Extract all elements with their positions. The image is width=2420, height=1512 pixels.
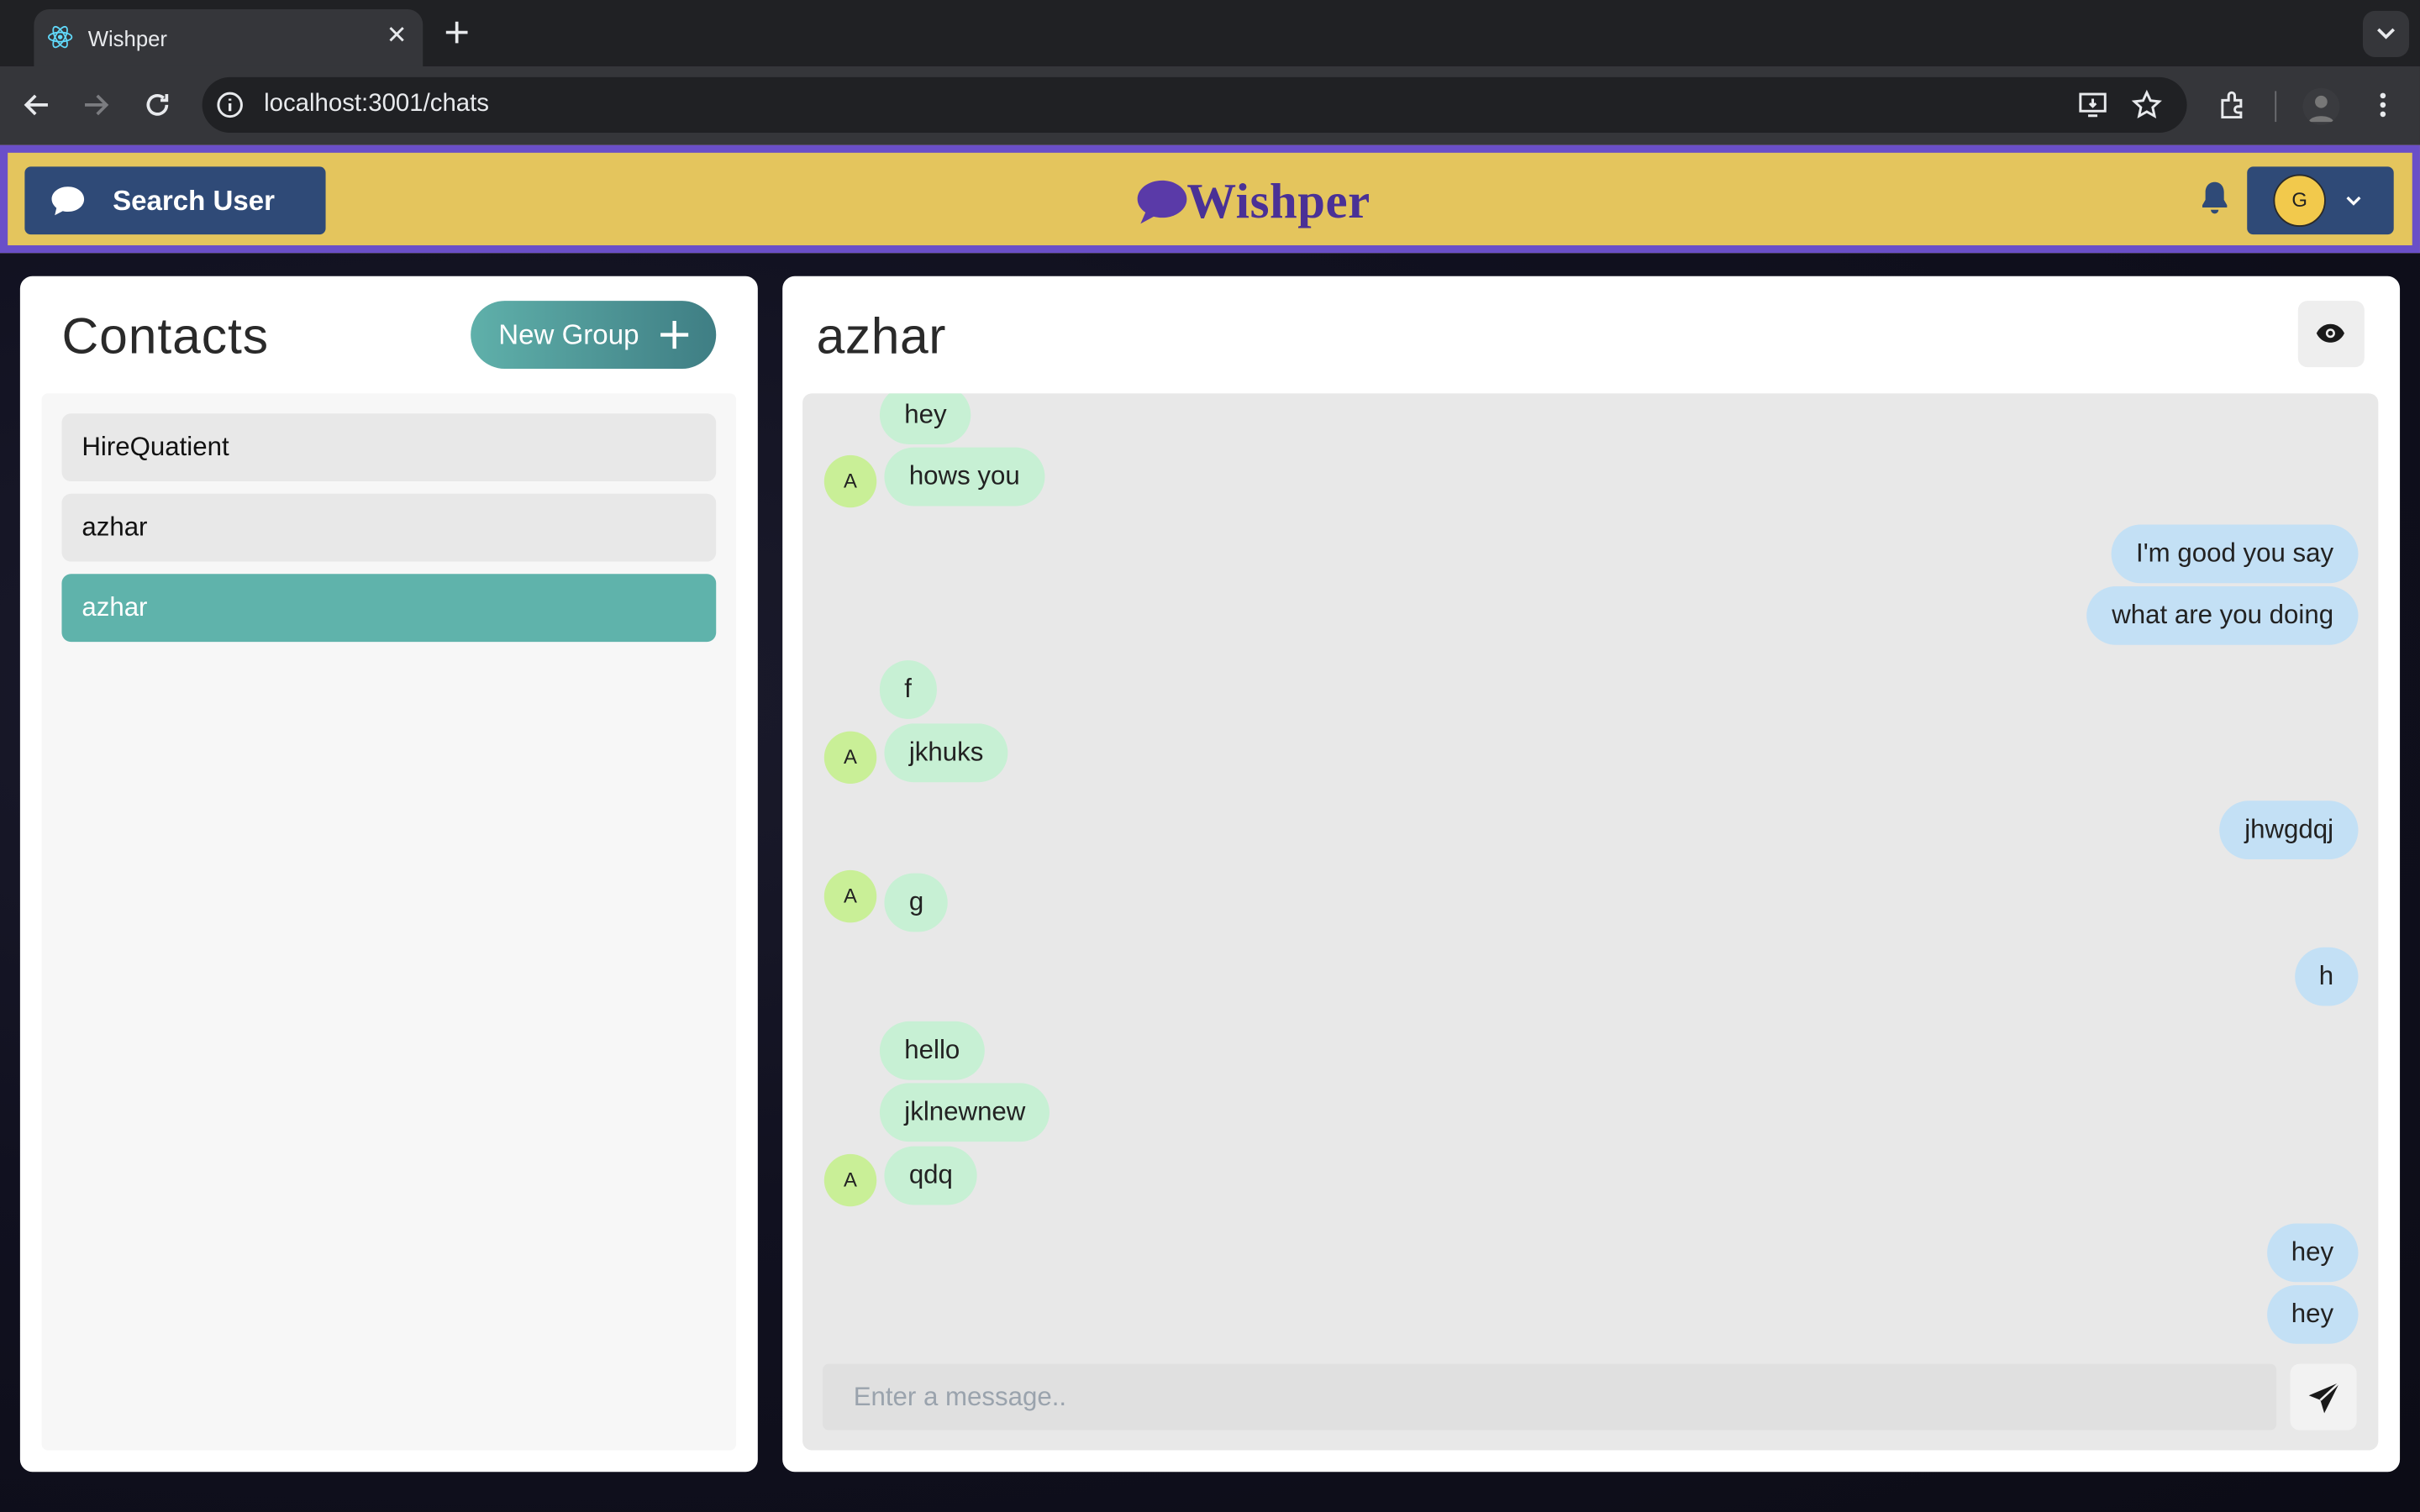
sender-avatar[interactable]: A (823, 1153, 877, 1207)
browser-toolbar: localhost:3001/chats (0, 66, 2420, 145)
search-user-label: Search User (113, 185, 276, 217)
logo-chat-icon (1137, 180, 1187, 224)
new-group-button[interactable]: New Group (471, 301, 717, 369)
toolbar-separator (2275, 91, 2277, 123)
incoming-message: qdq (884, 1146, 978, 1205)
site-info-icon[interactable] (216, 91, 244, 118)
sender-avatar[interactable]: A (823, 731, 877, 785)
incoming-message: hey (879, 393, 972, 444)
user-avatar: G (2273, 174, 2326, 227)
browser-tabstrip: Wishper ✕ (0, 0, 2420, 66)
outgoing-message: hey (2266, 1284, 2359, 1344)
chevron-down-icon (2377, 28, 2396, 39)
app-root: Search User Wishper G Contacts New Group… (0, 144, 2420, 1512)
new-group-label: New Group (498, 319, 639, 350)
send-paper-plane-icon (2308, 1381, 2341, 1414)
app-logo: Wishper (1134, 166, 1381, 234)
chat-title: azhar (816, 307, 947, 365)
url-text: localhost:3001/chats (264, 91, 490, 118)
contact-list: HireQuatient azhar azhar (41, 393, 737, 1451)
message-input[interactable] (822, 1363, 2277, 1431)
profile-photo-icon (2308, 95, 2334, 123)
reload-icon[interactable] (140, 88, 174, 122)
browser-tab[interactable]: Wishper ✕ (34, 9, 424, 66)
contact-name: HireQuatient (82, 432, 229, 462)
browser-profile-avatar[interactable] (2302, 87, 2340, 125)
outgoing-message: h (2294, 947, 2359, 1006)
notification-bell-icon[interactable] (2197, 179, 2231, 216)
tab-search-button[interactable] (2362, 10, 2410, 57)
forward-arrow-icon[interactable] (79, 88, 113, 122)
plus-icon (660, 321, 689, 349)
react-favicon-icon (47, 25, 73, 49)
extensions-puzzle-icon[interactable] (2217, 88, 2250, 122)
outgoing-message: jhwgdqj (2219, 801, 2359, 860)
back-arrow-icon[interactable] (20, 88, 54, 122)
outgoing-message: I'm good you say (2111, 524, 2359, 584)
profile-menu-button[interactable]: G (2247, 166, 2394, 235)
tab-close-icon[interactable]: ✕ (383, 24, 411, 51)
search-user-button[interactable]: Search User (24, 166, 326, 235)
message-list: hey A hows you I'm good you say what are… (802, 393, 2379, 1451)
sender-avatar[interactable]: A (823, 454, 877, 508)
eye-icon (2316, 323, 2344, 343)
bookmark-star-icon[interactable] (2131, 89, 2162, 121)
tab-title: Wishper (87, 26, 168, 51)
contact-name: azhar (82, 592, 148, 622)
contacts-panel: Contacts New Group HireQuatient azhar az… (19, 276, 758, 1473)
incoming-message: hows you (884, 447, 1045, 507)
contact-item[interactable]: HireQuatient (61, 413, 717, 482)
outgoing-message: what are you doing (2086, 585, 2359, 645)
incoming-message: f (879, 660, 937, 719)
chevron-down-icon (2346, 196, 2361, 206)
incoming-message: g (884, 873, 949, 932)
top-navbar: Search User Wishper G (0, 144, 2420, 254)
send-button[interactable] (2290, 1363, 2357, 1431)
outgoing-message: hey (2266, 1223, 2359, 1283)
contacts-heading: Contacts (61, 307, 270, 365)
browser-menu-icon[interactable] (2366, 88, 2400, 122)
incoming-message: jklnewnew (879, 1083, 1050, 1142)
new-tab-icon[interactable] (441, 17, 472, 48)
sender-avatar[interactable]: A (823, 869, 877, 923)
contact-name: azhar (82, 512, 148, 542)
view-profile-button[interactable] (2297, 301, 2365, 368)
address-bar[interactable]: localhost:3001/chats (202, 76, 2187, 133)
chat-panel: azhar hey A hows you I'm good you say wh… (782, 276, 2401, 1473)
install-app-icon[interactable] (2077, 90, 2108, 121)
incoming-message: hello (879, 1021, 985, 1080)
contact-item[interactable]: azhar (61, 493, 717, 562)
incoming-message: jkhuks (884, 723, 1008, 783)
contact-item-selected[interactable]: azhar (61, 574, 717, 643)
chat-bubble-icon (51, 186, 85, 216)
logo-text: Wishper (1186, 172, 1370, 228)
